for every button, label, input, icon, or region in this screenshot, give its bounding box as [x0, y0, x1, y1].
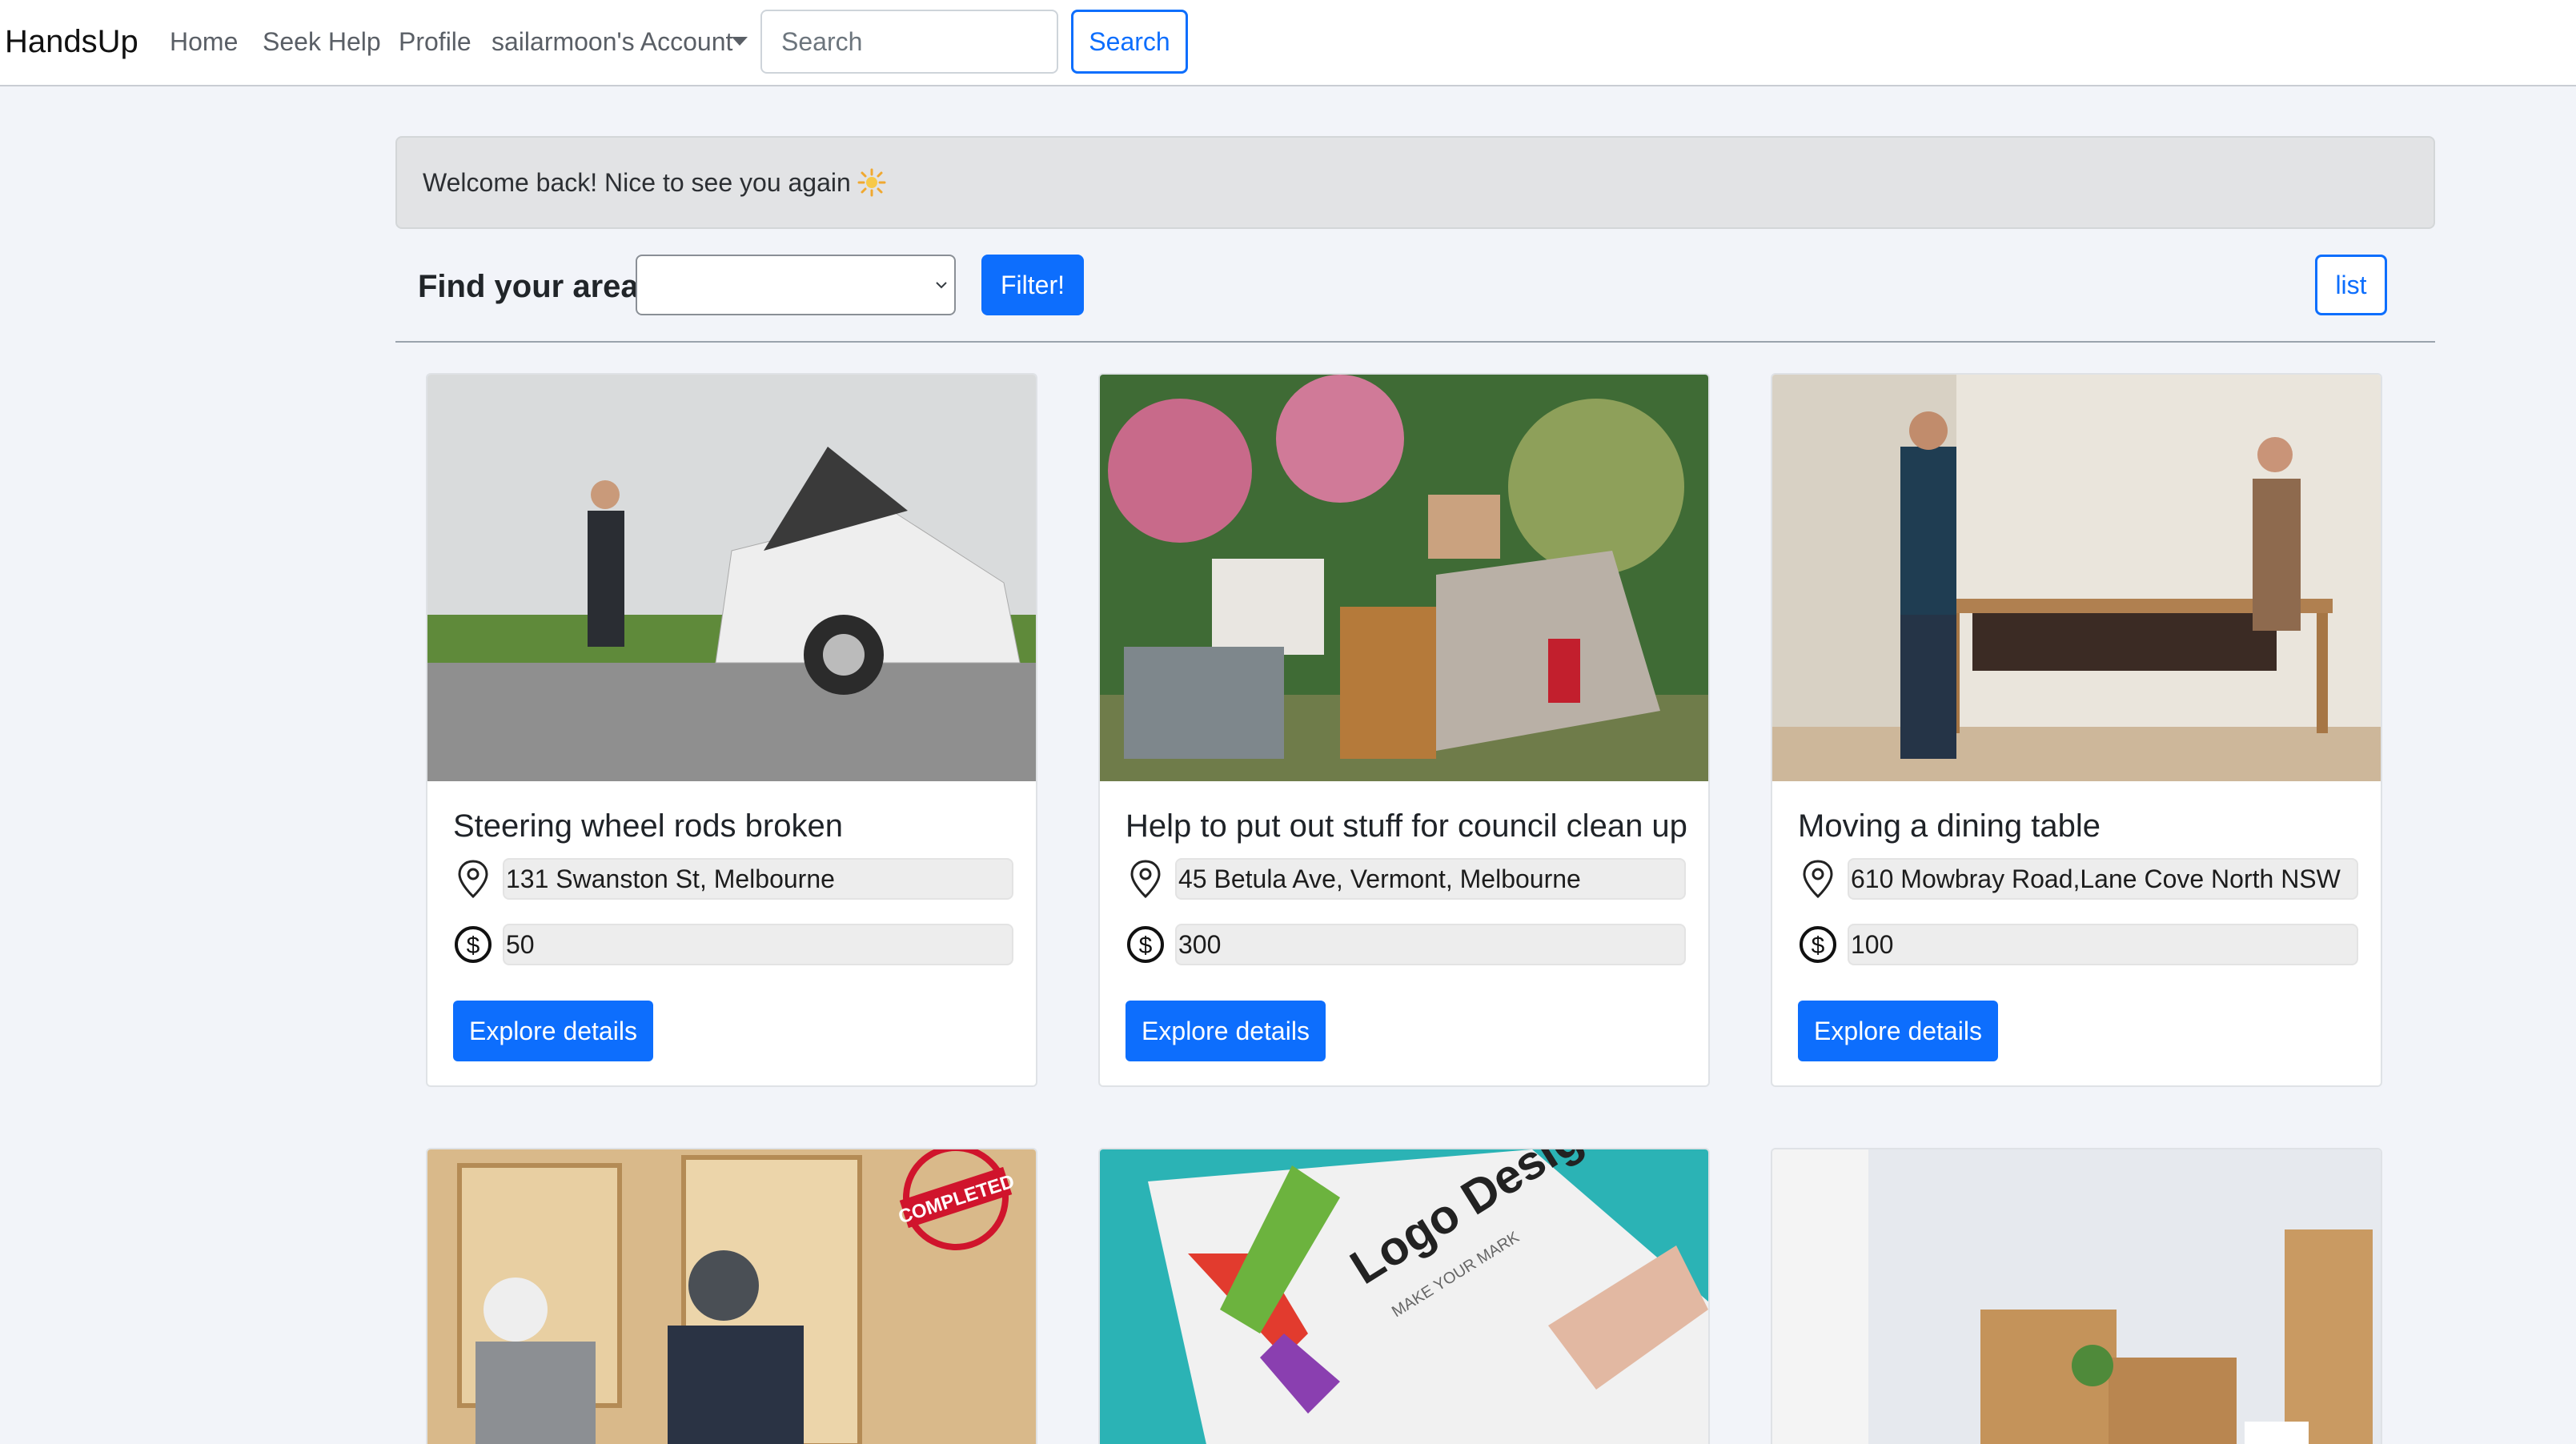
divider: [395, 341, 2435, 343]
nav-profile-link[interactable]: Profile: [399, 22, 471, 61]
request-card: Steering wheel rods broken 131 Swanston …: [426, 373, 1037, 1087]
dollar-icon: $: [455, 926, 492, 963]
moving-boxes-photo: [1772, 1149, 2381, 1444]
location-pin-icon: [458, 860, 488, 899]
svg-text:$: $: [1812, 933, 1825, 959]
price-field: 300: [1175, 924, 1686, 965]
request-card: Help to put out stuff for council clean …: [1098, 373, 1710, 1087]
location-row: 45 Betula Ave, Vermont, Melbourne: [1125, 858, 1686, 900]
area-select[interactable]: [636, 255, 956, 315]
filter-button[interactable]: Filter!: [981, 255, 1084, 315]
price-row: $ 100: [1798, 924, 2358, 965]
card-title: Steering wheel rods broken: [453, 808, 843, 844]
request-card: Moving a dining table 610 Mowbray Road,L…: [1771, 373, 2382, 1087]
dollar-icon: $: [1800, 926, 1836, 963]
location-pin-icon: [1803, 860, 1833, 899]
location-row: 131 Swanston St, Melbourne: [453, 858, 1013, 900]
dollar-icon: $: [1127, 926, 1164, 963]
price-field: 50: [503, 924, 1013, 965]
chevron-down-icon[interactable]: [732, 37, 748, 46]
account-dropdown[interactable]: sailarmoon's Account: [492, 22, 732, 61]
location-field: 131 Swanston St, Melbourne: [503, 858, 1013, 900]
sun-icon: [857, 168, 886, 197]
explore-details-button[interactable]: Explore details: [453, 1001, 653, 1061]
card-title: Help to put out stuff for council clean …: [1125, 808, 1687, 844]
welcome-alert: Welcome back! Nice to see you again: [395, 136, 2435, 229]
price-row: $ 300: [1125, 924, 1686, 965]
council-clean-up-photo: [1100, 375, 1708, 781]
price-row: $ 50: [453, 924, 1013, 965]
explore-details-button[interactable]: Explore details: [1798, 1001, 1998, 1061]
request-card: COMPLETED: [426, 1148, 1037, 1444]
top-navbar: HandsUp Home Seek Help Profile sailarmoo…: [0, 0, 2576, 86]
search-input[interactable]: [760, 10, 1058, 74]
request-card: Logo Design MAKE YOUR MARK: [1098, 1148, 1710, 1444]
location-pin-icon: [1130, 860, 1161, 899]
logo-design-photo: Logo Design MAKE YOUR MARK: [1100, 1149, 1708, 1444]
welcome-message: Welcome back! Nice to see you again: [423, 167, 851, 197]
card-title: Moving a dining table: [1798, 808, 2101, 844]
location-field: 610 Mowbray Road,Lane Cove North NSW: [1848, 858, 2358, 900]
brand-logo[interactable]: HandsUp: [5, 19, 138, 64]
svg-text:$: $: [1139, 933, 1153, 959]
nav-home-link[interactable]: Home: [170, 22, 238, 61]
list-view-button[interactable]: list: [2315, 255, 2387, 315]
find-area-label: Find your area: [418, 269, 639, 304]
location-field: 45 Betula Ave, Vermont, Melbourne: [1175, 858, 1686, 900]
svg-text:$: $: [467, 933, 480, 959]
car-breakdown-photo: [427, 375, 1036, 781]
nav-seek-help-link[interactable]: Seek Help: [263, 22, 381, 61]
cabinet-installation-photo: COMPLETED: [427, 1149, 1036, 1444]
location-row: 610 Mowbray Road,Lane Cove North NSW: [1798, 858, 2358, 900]
search-button[interactable]: Search: [1071, 10, 1188, 74]
explore-details-button[interactable]: Explore details: [1125, 1001, 1326, 1061]
chevron-down-icon: [936, 282, 947, 289]
price-field: 100: [1848, 924, 2358, 965]
request-card: [1771, 1148, 2382, 1444]
moving-table-photo: [1772, 375, 2381, 781]
